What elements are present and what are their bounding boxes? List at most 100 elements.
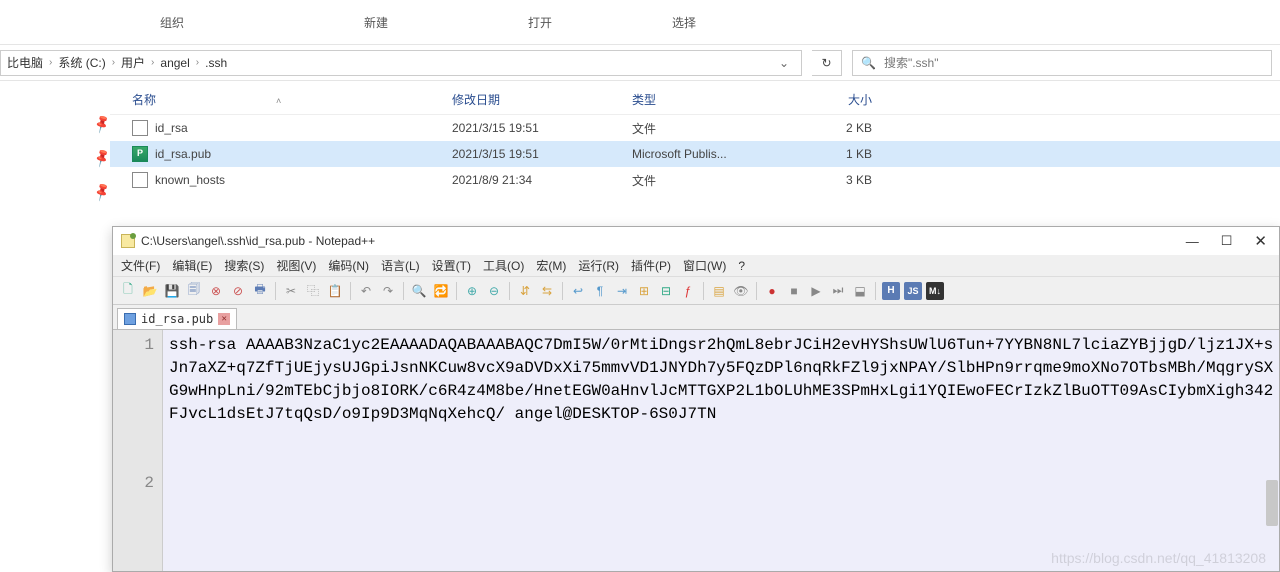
search-input[interactable]: 🔍 搜索".ssh" (852, 50, 1272, 76)
app-icon (121, 234, 135, 248)
menu-item[interactable]: 插件(P) (631, 257, 671, 274)
indent-icon[interactable]: ⇥ (613, 282, 631, 300)
menu-item[interactable]: ? (738, 259, 745, 273)
address-bar-row: 比电脑› 系统 (C:)› 用户› angel› .ssh ⌄ ↻ 🔍 搜索".… (0, 45, 1280, 81)
ribbon-group-open[interactable]: 打开 (528, 14, 552, 31)
md-icon[interactable]: M↓ (926, 282, 944, 300)
menu-item[interactable]: 编辑(E) (172, 257, 212, 274)
sync-v-icon[interactable]: ⇵ (516, 282, 534, 300)
table-row[interactable]: id_rsa2021/3/15 19:51文件2 KB (110, 115, 1280, 141)
menu-item[interactable]: 宏(M) (536, 257, 566, 274)
file-size: 3 KB (782, 173, 872, 187)
file-pane: 📌 📌 📌 名称˄ 修改日期 类型 大小 id_rsa2021/3/15 19:… (0, 81, 1280, 200)
crumb-drive[interactable]: 系统 (C:) (58, 54, 105, 71)
func-icon[interactable]: ƒ (679, 282, 697, 300)
menu-item[interactable]: 编码(N) (328, 257, 369, 274)
redo-icon[interactable]: ↷ (379, 282, 397, 300)
close-button[interactable]: ✕ (1254, 232, 1267, 250)
monitor-icon[interactable]: 👁 (732, 282, 750, 300)
line-number: 1 (113, 334, 154, 357)
toolbar[interactable]: 🗋 📂 💾 🗐 ⊗ ⊘ 🖶 ✂ ⿻ 📋 ↶ ↷ 🔍 🔁 ⊕ ⊖ ⇵ ⇆ ↩ ¶ … (113, 277, 1279, 305)
file-name: id_rsa (155, 121, 188, 135)
fold-icon[interactable]: ⊟ (657, 282, 675, 300)
save-macro-icon[interactable]: ⬓ (851, 282, 869, 300)
breadcrumb[interactable]: 比电脑› 系统 (C:)› 用户› angel› .ssh ⌄ (0, 50, 802, 76)
file-icon (132, 120, 148, 136)
tab-close-icon[interactable]: ✕ (218, 313, 230, 325)
file-date: 2021/8/9 21:34 (452, 173, 632, 187)
sync-h-icon[interactable]: ⇆ (538, 282, 556, 300)
table-row[interactable]: id_rsa.pub2021/3/15 19:51Microsoft Publi… (110, 141, 1280, 167)
menu-item[interactable]: 语言(L) (381, 257, 420, 274)
search-placeholder: 搜索".ssh" (884, 54, 939, 71)
open-icon[interactable]: 📂 (141, 282, 159, 300)
scrollbar-thumb[interactable] (1266, 480, 1278, 526)
zoom-out-icon[interactable]: ⊖ (485, 282, 503, 300)
undo-icon[interactable]: ↶ (357, 282, 375, 300)
titlebar[interactable]: C:\Users\angel\.ssh\id_rsa.pub - Notepad… (113, 227, 1279, 255)
file-list: 名称˄ 修改日期 类型 大小 id_rsa2021/3/15 19:51文件2 … (110, 81, 1280, 200)
menu-item[interactable]: 工具(O) (483, 257, 524, 274)
stop-icon[interactable]: ■ (785, 282, 803, 300)
close-all-icon[interactable]: ⊘ (229, 282, 247, 300)
save-icon[interactable]: 💾 (163, 282, 181, 300)
show-chars-icon[interactable]: ¶ (591, 282, 609, 300)
col-name[interactable]: 名称 (132, 93, 156, 107)
menu-item[interactable]: 窗口(W) (683, 257, 726, 274)
crumb-pc[interactable]: 比电脑 (7, 54, 43, 71)
table-row[interactable]: known_hosts2021/8/9 21:34文件3 KB (110, 167, 1280, 193)
file-date: 2021/3/15 19:51 (452, 147, 632, 161)
close-file-icon[interactable]: ⊗ (207, 282, 225, 300)
cut-icon[interactable]: ✂ (282, 282, 300, 300)
menu-item[interactable]: 搜索(S) (224, 257, 264, 274)
line-number: 2 (113, 472, 154, 495)
minimize-button[interactable]: — (1186, 234, 1199, 249)
guide-icon[interactable]: ⊞ (635, 282, 653, 300)
play-icon[interactable]: ▶ (807, 282, 825, 300)
zoom-in-icon[interactable]: ⊕ (463, 282, 481, 300)
copy-icon[interactable]: ⿻ (304, 282, 322, 300)
h-icon[interactable]: H (882, 282, 900, 300)
crumb-ssh[interactable]: .ssh (205, 56, 227, 70)
js-icon[interactable]: JS (904, 282, 922, 300)
wrap-icon[interactable]: ↩ (569, 282, 587, 300)
save-all-icon[interactable]: 🗐 (185, 282, 203, 300)
chevron-right-icon: › (151, 57, 154, 68)
menu-item[interactable]: 视图(V) (276, 257, 316, 274)
code-content[interactable]: ssh-rsa AAAAB3NzaC1yc2EAAAADAQABAAABAQC7… (163, 330, 1279, 571)
column-headers[interactable]: 名称˄ 修改日期 类型 大小 (110, 85, 1280, 115)
ribbon-group-select[interactable]: 选择 (672, 14, 696, 31)
col-type[interactable]: 类型 (632, 91, 782, 108)
ribbon-group-organize[interactable]: 组织 (160, 14, 184, 31)
file-type: 文件 (632, 120, 782, 137)
crumb-users[interactable]: 用户 (121, 54, 145, 71)
menu-item[interactable]: 设置(T) (432, 257, 471, 274)
menu-bar[interactable]: 文件(F) 编辑(E) 搜索(S) 视图(V) 编码(N) 语言(L) 设置(T) 工具(O)… (113, 255, 1279, 277)
quick-access-pins: 📌 📌 📌 (0, 81, 110, 200)
find-icon[interactable]: 🔍 (410, 282, 428, 300)
editor[interactable]: 1 2 ssh-rsa AAAAB3NzaC1yc2EAAAADAQABAAAB… (113, 329, 1279, 571)
paste-icon[interactable]: 📋 (326, 282, 344, 300)
maximize-button[interactable]: ☐ (1221, 233, 1233, 249)
tab-bar[interactable]: id_rsa.pub ✕ (113, 305, 1279, 329)
crumb-angel[interactable]: angel (160, 56, 189, 70)
search-icon: 🔍 (861, 56, 876, 70)
refresh-button[interactable]: ↻ (812, 50, 842, 76)
new-file-icon[interactable]: 🗋 (119, 282, 137, 300)
file-type: 文件 (632, 172, 782, 189)
file-icon (132, 172, 148, 188)
tab-id-rsa-pub[interactable]: id_rsa.pub ✕ (117, 308, 237, 329)
tab-label: id_rsa.pub (141, 312, 213, 326)
col-size[interactable]: 大小 (782, 91, 872, 108)
file-icon (132, 146, 148, 162)
address-dropdown-icon[interactable]: ⌄ (773, 56, 795, 70)
doc-map-icon[interactable]: ▤ (710, 282, 728, 300)
print-icon[interactable]: 🖶 (251, 282, 269, 300)
col-date[interactable]: 修改日期 (452, 91, 632, 108)
play-multi-icon[interactable]: ⏭ (829, 282, 847, 300)
replace-icon[interactable]: 🔁 (432, 282, 450, 300)
record-icon[interactable]: ● (763, 282, 781, 300)
menu-item[interactable]: 文件(F) (121, 257, 160, 274)
ribbon-group-new[interactable]: 新建 (364, 14, 388, 31)
menu-item[interactable]: 运行(R) (578, 257, 619, 274)
